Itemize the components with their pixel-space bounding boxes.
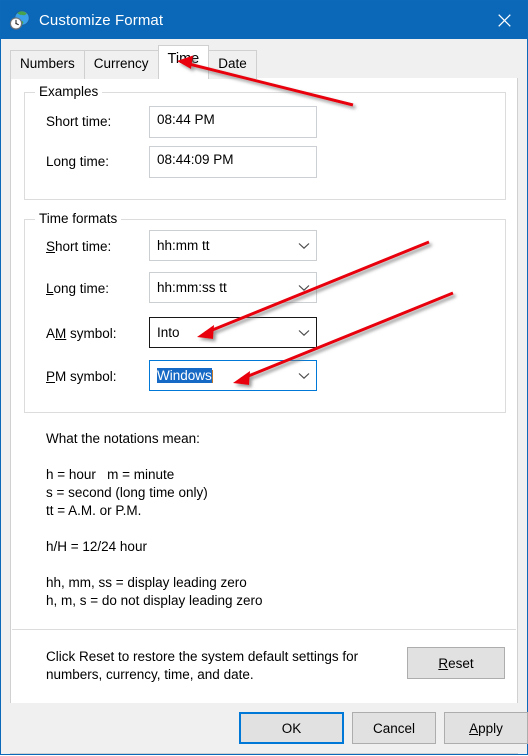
tab-time-label: Time [167,51,200,67]
title-bar: Customize Format [1,1,527,39]
tab-date[interactable]: Date [208,50,257,79]
short-time-format-value: hh:mm tt [157,238,210,253]
long-time-format-combobox[interactable]: hh:mm:ss tt [149,272,317,303]
reset-description-line-1: Click Reset to restore the system defaul… [46,649,359,664]
reset-button-label: Reset [438,655,474,671]
notations-line-4: h/H = 12/24 hour [46,539,147,554]
am-symbol-value: Into [157,325,180,340]
notations-line-2: s = second (long time only) [46,485,208,500]
close-icon[interactable] [481,1,527,39]
long-time-format-value: hh:mm:ss tt [157,280,227,295]
chevron-down-icon[interactable] [292,372,316,380]
ok-button[interactable]: OK [239,712,344,744]
tab-numbers-label: Numbers [20,56,75,71]
chevron-down-icon[interactable] [292,329,316,337]
window-title: Customize Format [39,11,164,29]
cancel-button[interactable]: Cancel [352,712,436,744]
tab-currency-label: Currency [93,56,149,71]
pm-symbol-value: Windows [157,367,292,384]
tab-numbers[interactable]: Numbers [10,50,85,79]
reset-button[interactable]: Reset [407,647,505,679]
short-time-format-label: Short time: [46,239,112,254]
am-symbol-combobox[interactable]: Into [149,317,317,348]
apply-button[interactable]: Apply [444,712,528,744]
pm-symbol-label: PM symbol: [46,369,117,384]
notations-line-6: h, m, s = do not display leading zero [46,593,263,608]
tab-strip: Numbers Currency Time Date [1,39,527,79]
pm-symbol-selected-text: Windows [157,367,212,384]
pm-symbol-combobox[interactable]: Windows [149,360,317,391]
tab-currency[interactable]: Currency [83,50,159,79]
long-time-example-label: Long time: [46,154,110,169]
ok-button-label: OK [281,720,302,736]
short-time-format-combobox[interactable]: hh:mm tt [149,230,317,261]
chevron-down-icon[interactable] [292,242,316,250]
region-clock-globe-icon [9,9,31,31]
short-time-example-field: 08:44 PM [149,106,317,138]
text-caret [211,370,213,384]
tab-time[interactable]: Time [157,45,210,79]
am-symbol-label: AM symbol: [46,326,117,341]
notations-line-3: tt = A.M. or P.M. [46,503,142,518]
examples-group-label: Examples [35,84,103,99]
short-time-example-label: Short time: [46,114,112,129]
notations-line-5: hh, mm, ss = display leading zero [46,575,247,590]
tab-date-label: Date [218,56,247,71]
customize-format-dialog: Customize Format Numbers Currency Time D… [0,0,528,755]
chevron-down-icon[interactable] [292,284,316,292]
long-time-example-field: 08:44:09 PM [149,146,317,178]
dialog-footer: OK Cancel Apply [2,703,528,753]
notations-heading: What the notations mean: [46,431,200,446]
reset-separator [12,629,516,630]
long-time-format-label: Long time: [46,281,110,296]
time-tab-page: Examples Short time: 08:44 PM Long time:… [10,78,518,754]
apply-button-label: Apply [469,720,503,736]
reset-description-line-2: numbers, currency, time, and date. [46,667,254,682]
cancel-button-label: Cancel [372,720,416,736]
time-formats-group-label: Time formats [35,211,122,226]
notations-line-1: h = hour m = minute [46,467,175,482]
